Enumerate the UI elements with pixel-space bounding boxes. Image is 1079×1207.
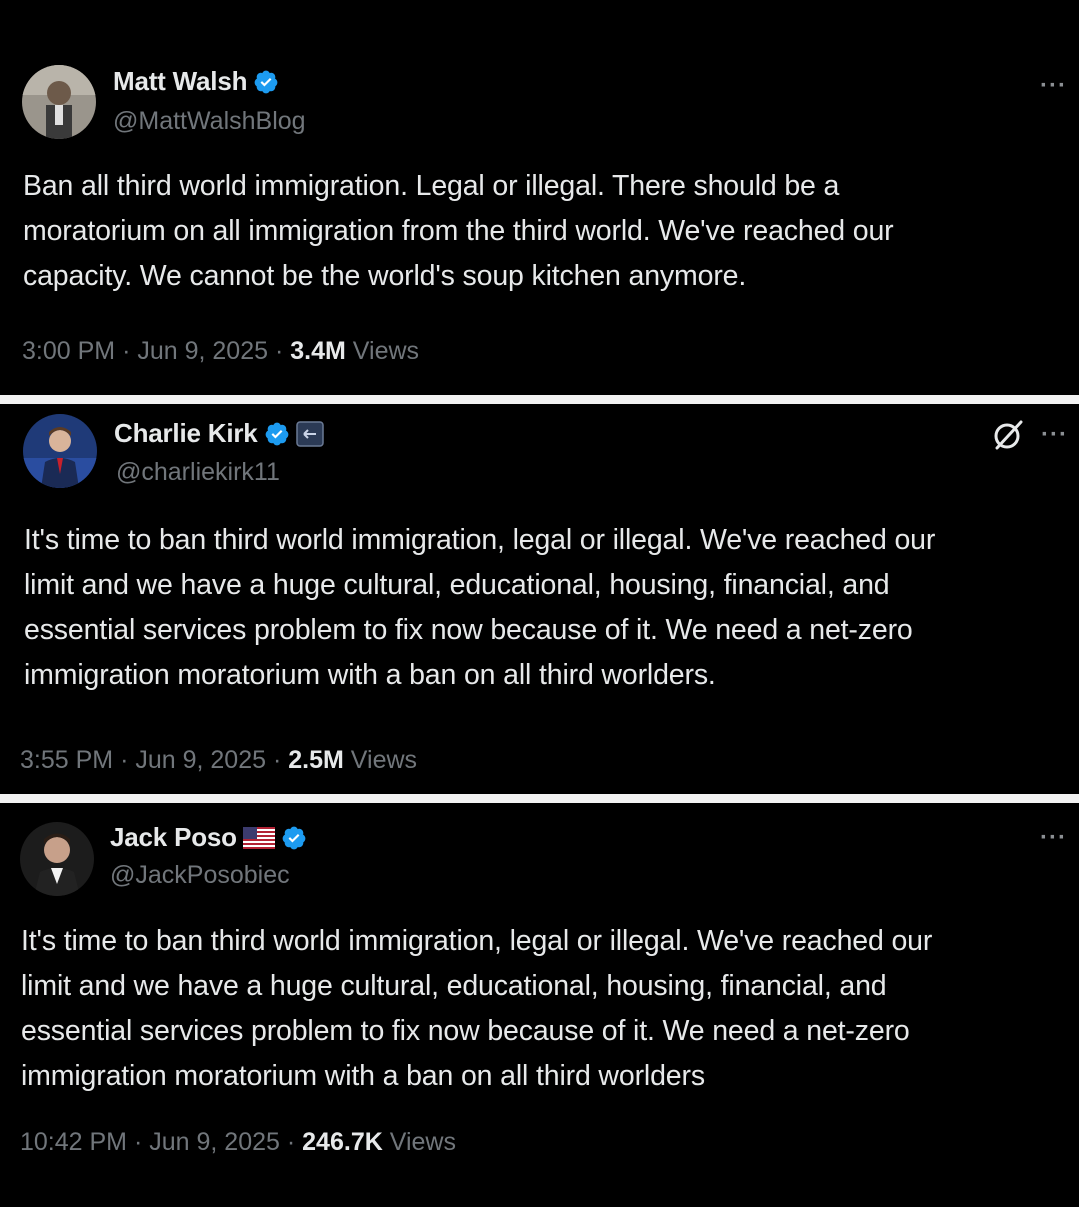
handle[interactable]: @JackPosobiec xyxy=(110,861,290,890)
more-horizontal-icon[interactable]: ··· xyxy=(1041,423,1068,447)
avatar[interactable] xyxy=(20,822,94,896)
separator: · xyxy=(122,337,131,365)
tweet-date[interactable]: Jun 9, 2025 xyxy=(135,746,266,774)
separator: · xyxy=(274,337,284,365)
tweet-date[interactable]: Jun 9, 2025 xyxy=(137,337,268,365)
avatar[interactable] xyxy=(22,65,96,139)
views-count: 3.4M xyxy=(290,337,346,365)
more-horizontal-icon[interactable]: ··· xyxy=(1040,826,1067,850)
views-label: Views xyxy=(352,337,420,365)
tweet-meta[interactable]: 3:55 PM · Jun 9, 2025 · 2.5M Views xyxy=(20,746,417,775)
more-horizontal-icon[interactable]: ··· xyxy=(1040,74,1067,98)
tweet-date[interactable]: Jun 9, 2025 xyxy=(149,1128,280,1156)
divider xyxy=(0,794,1079,803)
views-label: Views xyxy=(389,1128,456,1156)
handle[interactable]: @charliekirk11 xyxy=(116,458,280,487)
display-name[interactable]: Charlie Kirk xyxy=(114,418,258,449)
tweet-card[interactable]: Jack Poso @JackPosobiec ··· It's time to… xyxy=(0,806,1079,1207)
tweet-meta[interactable]: 3:00 PM · Jun 9, 2025 · 3.4M Views xyxy=(22,337,419,366)
handle[interactable]: @MattWalshBlog xyxy=(113,107,306,136)
tweet-text: It's time to ban third world immigration… xyxy=(24,524,936,691)
separator: · xyxy=(286,1128,296,1156)
tweet-text: Ban all third world immigration. Legal o… xyxy=(23,170,894,292)
separator: · xyxy=(120,746,129,774)
display-name[interactable]: Matt Walsh xyxy=(113,66,247,97)
views-label: Views xyxy=(350,746,418,774)
views-count: 2.5M xyxy=(288,746,344,774)
separator: · xyxy=(133,1128,143,1156)
affiliate-badge-icon[interactable] xyxy=(295,420,324,447)
verified-badge-icon xyxy=(281,825,307,851)
verified-badge-icon xyxy=(253,69,279,95)
views-count: 246.7K xyxy=(302,1128,383,1156)
tweet-meta[interactable]: 10:42 PM · Jun 9, 2025 · 246.7K Views xyxy=(20,1128,456,1157)
separator: · xyxy=(272,746,282,774)
tweet-time[interactable]: 10:42 PM xyxy=(20,1128,127,1156)
tweet-card[interactable]: Charlie Kirk @charliekirk11 ··· It's tim… xyxy=(0,404,1079,792)
tweet-card[interactable]: Matt Walsh @MattWalshBlog ··· Ban all th… xyxy=(0,0,1079,393)
avatar[interactable] xyxy=(23,414,97,488)
tweet-time[interactable]: 3:00 PM xyxy=(22,337,115,365)
tweet-text: It's time to ban third world immigration… xyxy=(21,925,933,1092)
us-flag-icon xyxy=(242,826,275,849)
display-name[interactable]: Jack Poso xyxy=(110,822,237,853)
divider xyxy=(0,395,1079,404)
verified-badge-icon xyxy=(264,421,290,447)
grok-icon[interactable] xyxy=(991,418,1025,452)
tweet-time[interactable]: 3:55 PM xyxy=(20,746,113,774)
